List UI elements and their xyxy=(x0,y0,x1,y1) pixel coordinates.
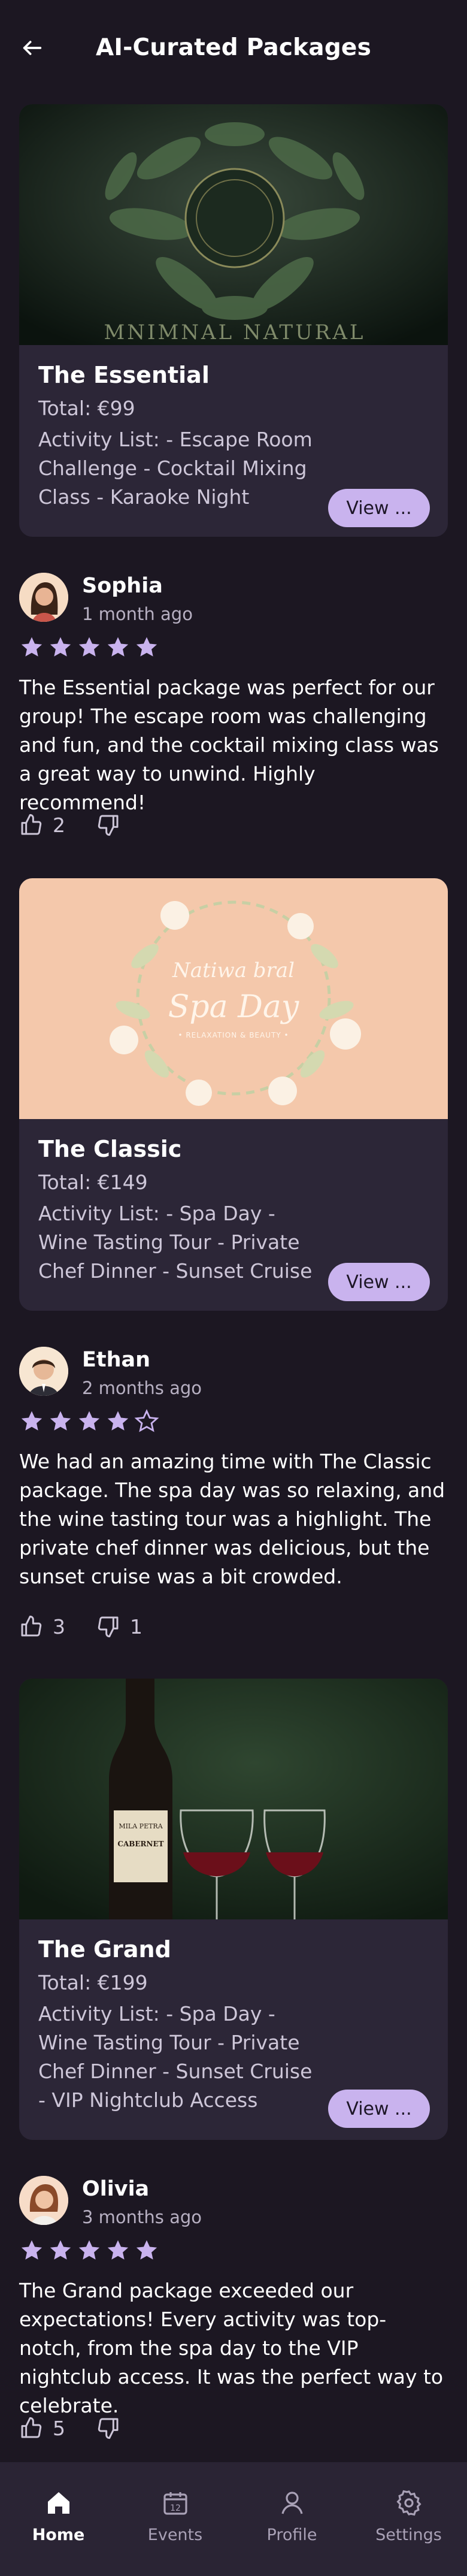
package-price: Total: €149 xyxy=(38,1171,148,1194)
package-activities: Activity List: - Spa Day - Wine Tasting … xyxy=(38,1202,313,1283)
star-filled-icon xyxy=(78,637,100,657)
star-filled-icon xyxy=(50,1411,71,1431)
view-package-button[interactable]: View ... xyxy=(328,2090,430,2128)
bottom-nav: Home 12 Events Profile Settings xyxy=(0,2462,467,2576)
thumbs-down-icon[interactable] xyxy=(96,2416,120,2440)
bottle-label-top: MILA PETRA xyxy=(119,1822,163,1830)
package-card-classic[interactable]: Natiwa bral Spa Day • RELAXATION & BEAUT… xyxy=(19,878,448,1311)
package-activities: Activity List: - Escape Room Challenge -… xyxy=(38,428,313,509)
package-price: Total: €199 xyxy=(38,1971,148,1994)
star-rating xyxy=(19,1409,159,1435)
calendar-icon: 12 xyxy=(163,2492,187,2515)
reviewer-name: Olivia xyxy=(82,2177,150,2201)
star-filled-icon xyxy=(136,2240,157,2260)
review-feedback: 3 1 xyxy=(19,1611,174,1641)
review-date: 1 month ago xyxy=(82,604,193,624)
image-subtitle: • RELAXATION & BEAUTY • xyxy=(178,1031,289,1039)
review-date: 3 months ago xyxy=(82,2207,202,2227)
star-filled-icon xyxy=(21,1411,43,1431)
package-card-grand[interactable]: MILA PETRA CABERNET The Grand Total: €19… xyxy=(19,1679,448,2140)
like-count: 2 xyxy=(53,813,65,837)
reviewer-name: Ethan xyxy=(82,1348,151,1372)
review-text: We had an amazing time with The Classic … xyxy=(19,1450,445,1588)
star-filled-icon xyxy=(78,1411,100,1431)
review-text: The Essential package was perfect for ou… xyxy=(19,676,439,814)
image-caption: Natiwa bral xyxy=(172,959,295,982)
review-card-sophia: Sophia 1 month ago The Essential package… xyxy=(19,573,448,848)
package-image: MNIMNAL NATURAL xyxy=(19,104,448,345)
svg-text:12: 12 xyxy=(170,2504,181,2513)
package-price: Total: €99 xyxy=(38,397,135,420)
nav-label: Events xyxy=(147,2526,203,2544)
thumbs-down-icon[interactable] xyxy=(96,813,120,837)
bottle-label-main: CABERNET xyxy=(117,1840,163,1848)
avatar xyxy=(19,1347,68,1396)
avatar xyxy=(19,573,68,622)
like-count: 3 xyxy=(53,1614,65,1638)
review-feedback: 5 xyxy=(19,2413,161,2443)
package-title: The Essential xyxy=(38,362,210,388)
package-title: The Grand xyxy=(38,1936,171,1963)
avatar xyxy=(19,2176,68,2225)
star-empty-icon xyxy=(134,1409,159,1432)
app-header: AI-Curated Packages xyxy=(0,0,467,95)
user-icon xyxy=(281,2492,303,2514)
star-filled-icon xyxy=(107,1411,129,1431)
star-filled-icon xyxy=(50,2240,71,2260)
review-feedback: 2 xyxy=(19,810,161,840)
dislike-count: 1 xyxy=(130,1614,142,1638)
like-count: 5 xyxy=(53,2416,65,2440)
arrow-left-icon xyxy=(23,41,42,55)
gear-icon xyxy=(396,2490,421,2516)
nav-item-profile[interactable]: Profile xyxy=(234,2462,350,2576)
star-rating xyxy=(19,635,159,661)
view-package-button[interactable]: View ... xyxy=(328,489,430,527)
package-activities: Activity List: - Spa Day - Wine Tasting … xyxy=(38,2002,313,2112)
star-filled-icon xyxy=(107,637,129,657)
star-rating xyxy=(19,2238,159,2264)
nav-label: Profile xyxy=(266,2526,317,2544)
nav-item-settings[interactable]: Settings xyxy=(350,2462,467,2576)
star-filled-icon xyxy=(107,2240,129,2260)
star-filled-icon xyxy=(78,2240,100,2260)
back-button[interactable] xyxy=(13,29,51,67)
image-caption: MNIMNAL NATURAL xyxy=(104,321,365,344)
thumbs-down-icon[interactable] xyxy=(96,1614,120,1638)
star-filled-icon xyxy=(21,2240,43,2260)
page-title: AI-Curated Packages xyxy=(95,34,371,61)
review-text: The Grand package exceeded our expectati… xyxy=(19,2279,444,2417)
star-filled-icon xyxy=(21,637,43,657)
package-image: MILA PETRA CABERNET xyxy=(19,1679,448,1919)
nav-item-events[interactable]: 12 Events xyxy=(117,2462,234,2576)
review-card-ethan: Ethan 2 months ago We had an amazing tim… xyxy=(19,1347,448,1646)
thumbs-up-icon[interactable] xyxy=(19,813,43,837)
image-title: Spa Day xyxy=(168,989,299,1025)
home-icon xyxy=(47,2492,69,2514)
review-date: 2 months ago xyxy=(82,1378,202,1398)
nav-label: Home xyxy=(32,2526,85,2544)
thumbs-up-icon[interactable] xyxy=(19,1614,43,1638)
reviewer-name: Sophia xyxy=(82,574,163,598)
thumbs-up-icon[interactable] xyxy=(19,2416,43,2440)
package-card-essential[interactable]: MNIMNAL NATURAL The Essential Total: €99… xyxy=(19,104,448,537)
star-filled-icon xyxy=(50,637,71,657)
review-card-olivia: Olivia 3 months ago The Grand package ex… xyxy=(19,2176,448,2451)
view-package-button[interactable]: View ... xyxy=(328,1263,430,1301)
package-title: The Classic xyxy=(38,1136,182,1162)
nav-label: Settings xyxy=(375,2526,442,2544)
package-image: Natiwa bral Spa Day • RELAXATION & BEAUT… xyxy=(19,878,448,1119)
star-filled-icon xyxy=(136,637,157,657)
nav-item-home[interactable]: Home xyxy=(0,2462,117,2576)
